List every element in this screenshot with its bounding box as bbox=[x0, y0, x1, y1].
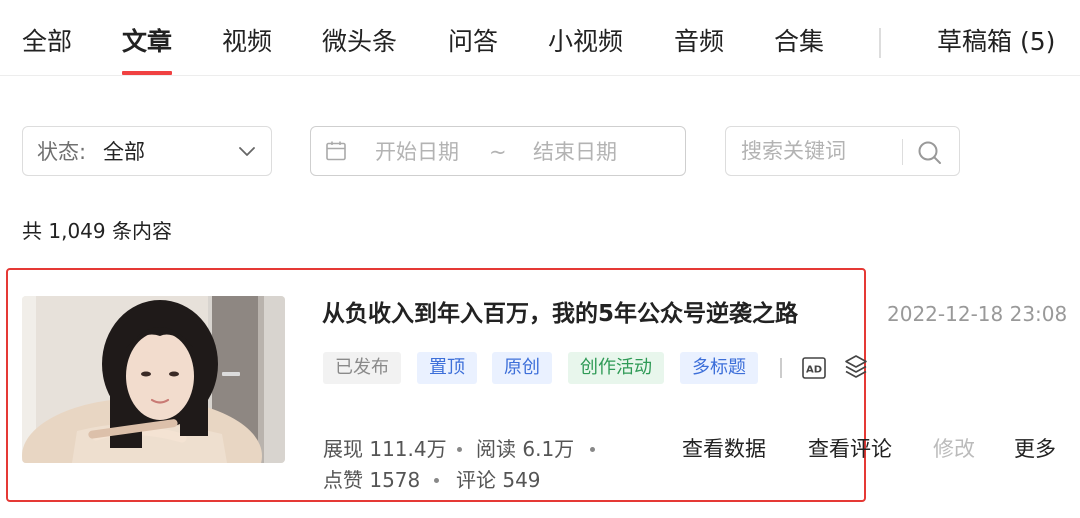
tab-short-videos[interactable]: 小视频 bbox=[548, 24, 623, 60]
tab-micro-posts[interactable]: 微头条 bbox=[322, 24, 397, 60]
tag-divider bbox=[780, 358, 782, 378]
tab-all[interactable]: 全部 bbox=[22, 24, 72, 60]
article-thumbnail[interactable] bbox=[22, 296, 285, 463]
edit-link: 修改 bbox=[933, 437, 975, 461]
tag-original: 原创 bbox=[492, 352, 552, 384]
content-tabs: 全部 文章 视频 微头条 问答 小视频 音频 合集 草稿箱 (5) bbox=[0, 0, 1080, 76]
ad-icon: AD bbox=[802, 357, 826, 379]
article-title[interactable]: 从负收入到年入百万，我的5年公众号逆袭之路 bbox=[322, 296, 798, 332]
tab-qa[interactable]: 问答 bbox=[448, 24, 498, 60]
stat-reads: 阅读 6.1万 bbox=[476, 437, 575, 461]
tab-drafts[interactable]: 草稿箱 (5) bbox=[937, 24, 1055, 60]
total-count: 共 1,049 条内容 bbox=[22, 219, 172, 243]
publish-time: 2022-12-18 23:08 bbox=[887, 302, 1068, 326]
search-icon[interactable] bbox=[916, 139, 944, 167]
layers-icon[interactable] bbox=[844, 354, 868, 380]
chevron-down-icon bbox=[239, 147, 255, 156]
search-divider bbox=[902, 139, 903, 165]
status-select[interactable]: 状态: 全部 bbox=[22, 126, 272, 176]
tab-videos[interactable]: 视频 bbox=[222, 24, 272, 60]
stat-impressions: 展现 111.4万 bbox=[323, 437, 447, 461]
tab-articles[interactable]: 文章 bbox=[122, 24, 172, 60]
view-data-link[interactable]: 查看数据 bbox=[682, 435, 766, 463]
date-range-picker[interactable]: 开始日期 ~ 结束日期 bbox=[310, 126, 686, 176]
ad-icon-label: AD bbox=[806, 365, 822, 376]
tag-creation-event: 创作活动 bbox=[568, 352, 664, 384]
status-select-value: 全部 bbox=[103, 140, 145, 164]
calendar-icon bbox=[326, 141, 346, 161]
date-separator: ~ bbox=[489, 140, 507, 164]
view-comments-link[interactable]: 查看评论 bbox=[808, 435, 892, 463]
thumbnail-image bbox=[22, 296, 285, 463]
tab-divider bbox=[879, 28, 881, 58]
tab-collections[interactable]: 合集 bbox=[774, 24, 824, 60]
stat-comments: 评论 549 bbox=[456, 468, 541, 492]
stat-separator-dot bbox=[434, 478, 439, 483]
tag-multi-title: 多标题 bbox=[680, 352, 758, 384]
status-tag-published: 已发布 bbox=[323, 352, 401, 384]
end-date-input[interactable]: 结束日期 bbox=[533, 138, 617, 166]
tab-audio[interactable]: 音频 bbox=[674, 24, 724, 60]
more-link[interactable]: 更多 bbox=[1014, 435, 1056, 463]
stat-likes: 点赞 1578 bbox=[323, 468, 421, 492]
search-input[interactable] bbox=[727, 128, 897, 174]
search-box bbox=[725, 126, 960, 176]
stat-separator-dot bbox=[590, 447, 595, 452]
stat-separator-dot bbox=[457, 447, 462, 452]
active-tab-indicator bbox=[122, 71, 172, 75]
start-date-input[interactable]: 开始日期 bbox=[375, 138, 459, 166]
status-select-label: 状态: bbox=[37, 140, 87, 164]
tag-pinned: 置顶 bbox=[417, 352, 477, 384]
